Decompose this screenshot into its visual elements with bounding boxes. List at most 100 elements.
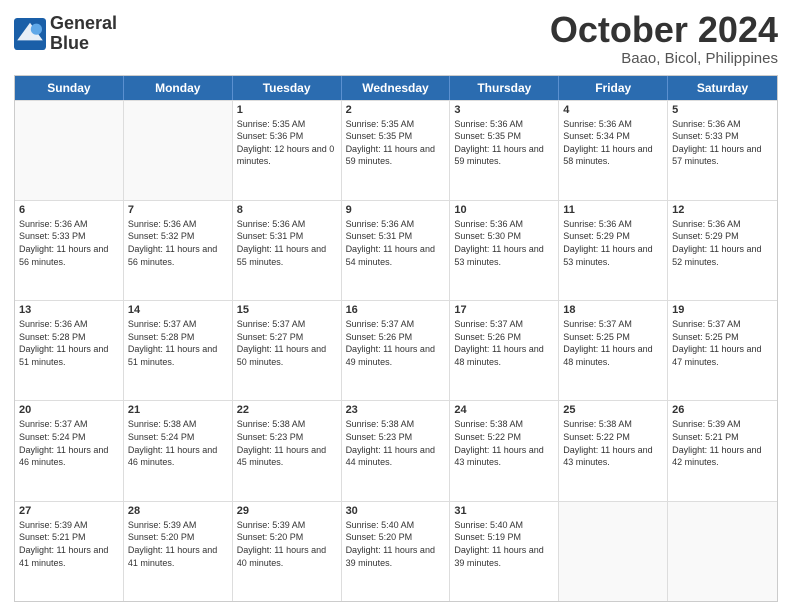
calendar-week: 20 Sunrise: 5:37 AM Sunset: 5:24 PM Dayli… (15, 400, 777, 500)
cell-info: Sunrise: 5:37 AM Sunset: 5:25 PM Dayligh… (563, 318, 663, 368)
logo-line1: General (50, 14, 117, 34)
calendar: SundayMondayTuesdayWednesdayThursdayFrid… (14, 75, 778, 602)
cell-info: Sunrise: 5:35 AM Sunset: 5:36 PM Dayligh… (237, 118, 337, 168)
cell-date: 7 (128, 204, 228, 216)
calendar-cell: 30Sunrise: 5:40 AM Sunset: 5:20 PM Dayli… (342, 502, 451, 601)
cell-info: Sunrise: 5:38 AM Sunset: 5:23 PM Dayligh… (237, 418, 337, 468)
logo-icon (14, 18, 46, 50)
cell-date: 20 (19, 404, 119, 416)
cell-info: Sunrise: 5:38 AM Sunset: 5:22 PM Dayligh… (454, 418, 554, 468)
calendar-cell: 31 Sunrise: 5:40 AM Sunset: 5:19 PM Dayli… (450, 502, 559, 601)
cell-date: 2 (346, 104, 446, 116)
cell-info: Sunrise: 5:38 AM Sunset: 5:23 PM Dayligh… (346, 418, 446, 468)
calendar-cell: 8Sunrise: 5:36 AM Sunset: 5:31 PM Daylig… (233, 201, 342, 300)
calendar-cell: 2 Sunrise: 5:35 AM Sunset: 5:35 PM Daylig… (342, 101, 451, 200)
main-title: October 2024 (550, 10, 778, 50)
cell-info: Sunrise: 5:36 AM Sunset: 5:31 PM Dayligh… (346, 218, 446, 268)
cal-header-cell: Friday (559, 76, 668, 100)
cell-date: 17 (454, 304, 554, 316)
cell-info: Sunrise: 5:35 AM Sunset: 5:35 PM Dayligh… (346, 118, 446, 168)
cal-header-cell: Thursday (450, 76, 559, 100)
cell-info: Sunrise: 5:37 AM Sunset: 5:28 PM Dayligh… (128, 318, 228, 368)
calendar-week: 13Sunrise: 5:36 AM Sunset: 5:28 PM Dayli… (15, 300, 777, 400)
cell-date: 3 (454, 104, 554, 116)
calendar-cell: 5Sunrise: 5:36 AM Sunset: 5:33 PM Daylig… (668, 101, 777, 200)
cell-info: Sunrise: 5:36 AM Sunset: 5:35 PM Dayligh… (454, 118, 554, 168)
calendar-cell: 16 Sunrise: 5:37 AM Sunset: 5:26 PM Dayli… (342, 301, 451, 400)
cell-date: 22 (237, 404, 337, 416)
calendar-cell: 23Sunrise: 5:38 AM Sunset: 5:23 PM Dayli… (342, 401, 451, 500)
cell-info: Sunrise: 5:37 AM Sunset: 5:27 PM Dayligh… (237, 318, 337, 368)
cell-date: 28 (128, 505, 228, 517)
page: General Blue October 2024 Baao, Bicol, P… (0, 0, 792, 612)
calendar-week: 1 Sunrise: 5:35 AM Sunset: 5:36 PM Daylig… (15, 100, 777, 200)
calendar-cell: 20 Sunrise: 5:37 AM Sunset: 5:24 PM Dayli… (15, 401, 124, 500)
calendar-cell: 7 Sunrise: 5:36 AM Sunset: 5:32 PM Daylig… (124, 201, 233, 300)
cell-info: Sunrise: 5:39 AM Sunset: 5:20 PM Dayligh… (237, 519, 337, 569)
cell-date: 16 (346, 304, 446, 316)
calendar-cell: 13Sunrise: 5:36 AM Sunset: 5:28 PM Dayli… (15, 301, 124, 400)
cell-info: Sunrise: 5:36 AM Sunset: 5:28 PM Dayligh… (19, 318, 119, 368)
cell-info: Sunrise: 5:39 AM Sunset: 5:21 PM Dayligh… (19, 519, 119, 569)
cell-date: 19 (672, 304, 773, 316)
calendar-cell: 24 Sunrise: 5:38 AM Sunset: 5:22 PM Dayli… (450, 401, 559, 500)
cell-info: Sunrise: 5:39 AM Sunset: 5:20 PM Dayligh… (128, 519, 228, 569)
cell-info: Sunrise: 5:36 AM Sunset: 5:32 PM Dayligh… (128, 218, 228, 268)
calendar-body: 1 Sunrise: 5:35 AM Sunset: 5:36 PM Daylig… (15, 100, 777, 601)
calendar-cell: 12 Sunrise: 5:36 AM Sunset: 5:29 PM Dayli… (668, 201, 777, 300)
calendar-cell: 6 Sunrise: 5:36 AM Sunset: 5:33 PM Daylig… (15, 201, 124, 300)
calendar-cell (15, 101, 124, 200)
header: General Blue October 2024 Baao, Bicol, P… (14, 10, 778, 67)
cell-date: 9 (346, 204, 446, 216)
calendar-cell: 28 Sunrise: 5:39 AM Sunset: 5:20 PM Dayli… (124, 502, 233, 601)
calendar-cell: 21Sunrise: 5:38 AM Sunset: 5:24 PM Dayli… (124, 401, 233, 500)
cell-info: Sunrise: 5:37 AM Sunset: 5:25 PM Dayligh… (672, 318, 773, 368)
calendar-cell: 10Sunrise: 5:36 AM Sunset: 5:30 PM Dayli… (450, 201, 559, 300)
cell-info: Sunrise: 5:40 AM Sunset: 5:20 PM Dayligh… (346, 519, 446, 569)
cell-date: 11 (563, 204, 663, 216)
cell-info: Sunrise: 5:36 AM Sunset: 5:29 PM Dayligh… (563, 218, 663, 268)
calendar-cell: 25 Sunrise: 5:38 AM Sunset: 5:22 PM Dayli… (559, 401, 668, 500)
cell-date: 5 (672, 104, 773, 116)
cell-info: Sunrise: 5:37 AM Sunset: 5:24 PM Dayligh… (19, 418, 119, 468)
cell-date: 31 (454, 505, 554, 517)
calendar-header: SundayMondayTuesdayWednesdayThursdayFrid… (15, 76, 777, 100)
calendar-cell (559, 502, 668, 601)
cell-date: 8 (237, 204, 337, 216)
cal-header-cell: Saturday (668, 76, 777, 100)
cell-date: 27 (19, 505, 119, 517)
cell-info: Sunrise: 5:40 AM Sunset: 5:19 PM Dayligh… (454, 519, 554, 569)
calendar-week: 27 Sunrise: 5:39 AM Sunset: 5:21 PM Dayli… (15, 501, 777, 601)
title-block: October 2024 Baao, Bicol, Philippines (550, 10, 778, 67)
cell-info: Sunrise: 5:37 AM Sunset: 5:26 PM Dayligh… (346, 318, 446, 368)
calendar-cell: 18 Sunrise: 5:37 AM Sunset: 5:25 PM Dayli… (559, 301, 668, 400)
calendar-cell: 19 Sunrise: 5:37 AM Sunset: 5:25 PM Dayli… (668, 301, 777, 400)
logo-text: General Blue (50, 14, 117, 54)
cell-info: Sunrise: 5:36 AM Sunset: 5:33 PM Dayligh… (19, 218, 119, 268)
calendar-cell: 22 Sunrise: 5:38 AM Sunset: 5:23 PM Dayli… (233, 401, 342, 500)
cell-date: 25 (563, 404, 663, 416)
cell-info: Sunrise: 5:38 AM Sunset: 5:22 PM Dayligh… (563, 418, 663, 468)
calendar-cell: 11 Sunrise: 5:36 AM Sunset: 5:29 PM Dayli… (559, 201, 668, 300)
cell-info: Sunrise: 5:36 AM Sunset: 5:34 PM Dayligh… (563, 118, 663, 168)
cell-date: 6 (19, 204, 119, 216)
cal-header-cell: Tuesday (233, 76, 342, 100)
cell-info: Sunrise: 5:36 AM Sunset: 5:29 PM Dayligh… (672, 218, 773, 268)
logo: General Blue (14, 14, 117, 54)
calendar-week: 6 Sunrise: 5:36 AM Sunset: 5:33 PM Daylig… (15, 200, 777, 300)
cal-header-cell: Sunday (15, 76, 124, 100)
cell-date: 1 (237, 104, 337, 116)
calendar-cell (124, 101, 233, 200)
logo-line2: Blue (50, 34, 117, 54)
cal-header-cell: Monday (124, 76, 233, 100)
calendar-cell: 29Sunrise: 5:39 AM Sunset: 5:20 PM Dayli… (233, 502, 342, 601)
cell-info: Sunrise: 5:39 AM Sunset: 5:21 PM Dayligh… (672, 418, 773, 468)
cell-date: 12 (672, 204, 773, 216)
cell-date: 18 (563, 304, 663, 316)
calendar-cell: 17 Sunrise: 5:37 AM Sunset: 5:26 PM Dayli… (450, 301, 559, 400)
cell-info: Sunrise: 5:37 AM Sunset: 5:26 PM Dayligh… (454, 318, 554, 368)
cell-date: 24 (454, 404, 554, 416)
cell-date: 14 (128, 304, 228, 316)
calendar-cell: 9 Sunrise: 5:36 AM Sunset: 5:31 PM Daylig… (342, 201, 451, 300)
cell-date: 21 (128, 404, 228, 416)
